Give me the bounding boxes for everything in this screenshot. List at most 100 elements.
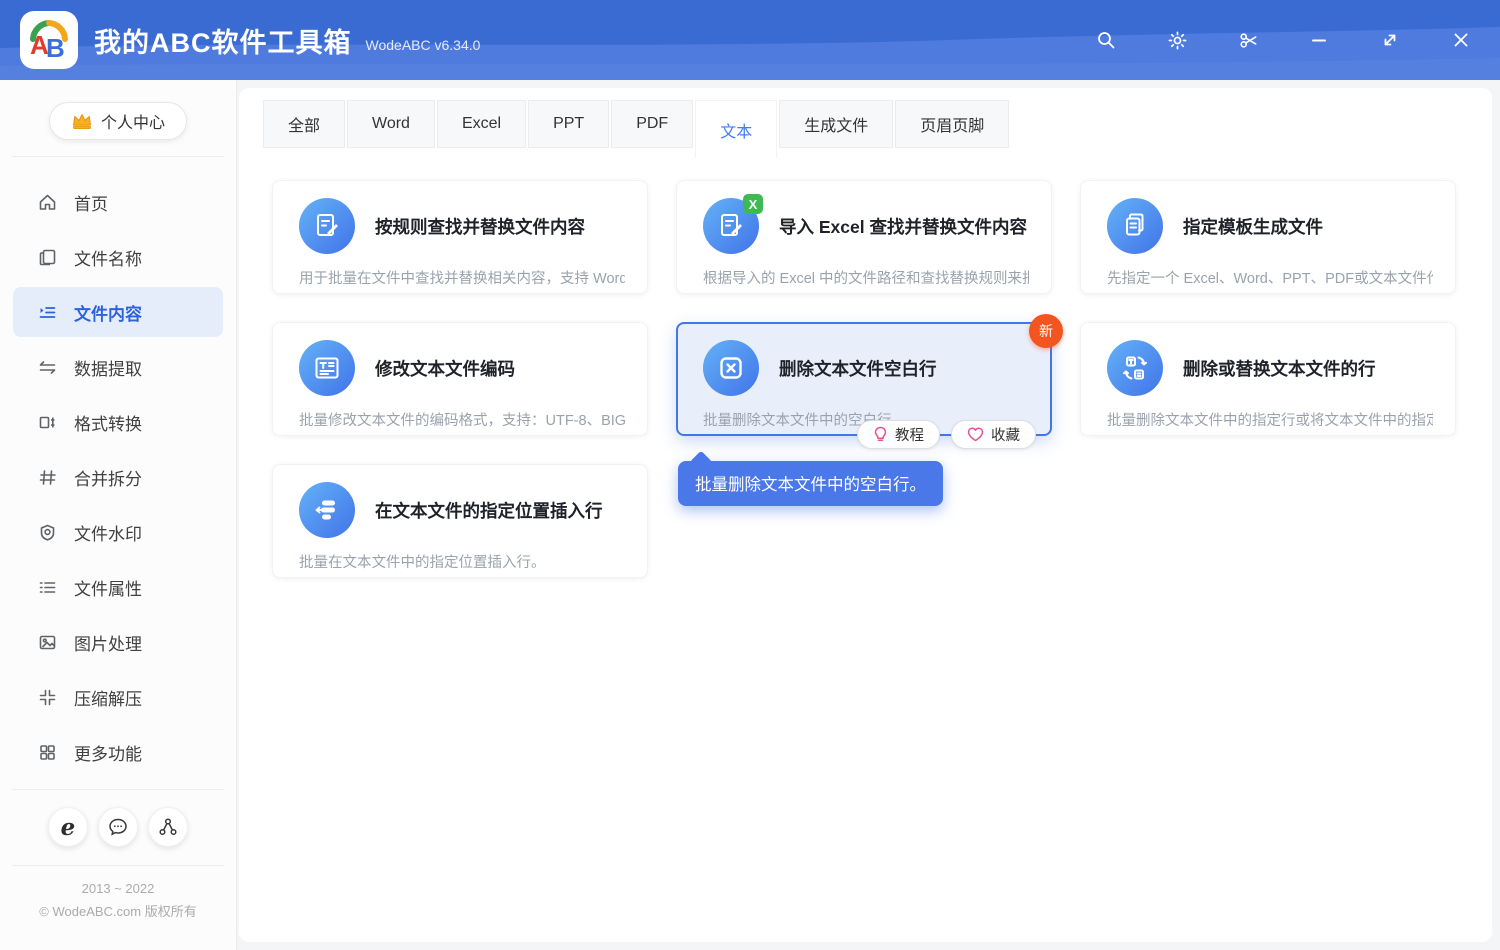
sidebar-item-label: 文件内容 [74,300,142,325]
sidebar-item-label: 数据提取 [74,355,142,380]
search-icon[interactable] [1093,27,1119,53]
tab-pdf[interactable]: PDF [611,100,693,148]
share-network-icon[interactable] [148,807,188,847]
main-area: 全部 Word Excel PPT PDF 文本 生成文件 页眉页脚 [237,80,1500,950]
file-props-icon [38,578,57,597]
favorite-label: 收藏 [991,424,1020,445]
scissors-icon[interactable] [1235,27,1261,53]
sidebar-item-label: 合并拆分 [74,465,142,490]
tab-all[interactable]: 全部 [263,100,345,148]
tool-cards-grid: 按规则查找并替换文件内容 用于批量在文件中查找并替换相关内容，支持 Word [272,180,1492,578]
sidebar-item-label: 文件水印 [74,520,142,545]
browser-ie-icon[interactable]: e [48,807,88,847]
card-description: 批量删除文本文件中的指定行或将文本文件中的指定 [1107,409,1433,430]
sidebar-item-file-name[interactable]: 文件名称 [13,232,223,282]
app-title: 我的ABC软件工具箱 [94,21,352,60]
template-icon [1107,198,1163,254]
tab-word[interactable]: Word [347,100,435,148]
titlebar: A B 我的ABC软件工具箱 WodeABC v6.34.0 [0,0,1500,80]
sidebar-item-file-content[interactable]: 文件内容 [13,287,223,337]
category-tabs: 全部 Word Excel PPT PDF 文本 生成文件 页眉页脚 [263,100,1492,160]
doc-edit-icon [299,198,355,254]
settings-icon[interactable] [1164,27,1190,53]
file-name-icon [38,248,57,267]
sidebar-item-merge-split[interactable]: 合并拆分 [13,452,223,502]
personal-center-button[interactable]: 个人中心 [49,102,187,140]
lightbulb-icon [873,426,888,443]
sidebar-item-watermark[interactable]: 文件水印 [13,507,223,557]
card-title: 修改文本文件编码 [375,356,515,381]
card-insert-lines[interactable]: 在文本文件的指定位置插入行 批量在文本文件中的指定位置插入行。 [272,464,648,578]
card-title: 按规则查找并替换文件内容 [375,214,585,239]
data-extract-icon [38,358,57,377]
personal-center-label: 个人中心 [101,109,165,133]
divider [12,156,224,157]
format-convert-icon [38,413,57,432]
tab-text[interactable]: 文本 [695,100,777,158]
card-title: 在文本文件的指定位置插入行 [375,498,603,523]
app-logo: A B [20,11,78,69]
crown-icon [71,112,93,130]
text-encoding-icon [299,340,355,396]
card-excel-find-replace[interactable]: X 导入 Excel 查找并替换文件内容 根据导入的 Excel 中的文件路径和… [676,180,1052,294]
sidebar-social-row: e [0,807,236,847]
watermark-icon [38,523,57,542]
sidebar-item-compress[interactable]: 压缩解压 [13,672,223,722]
card-template-generate[interactable]: 指定模板生成文件 先指定一个 Excel、Word、PPT、PDF或文本文件作 [1080,180,1456,294]
card-title: 删除文本文件空白行 [779,356,937,381]
minimize-icon[interactable] [1306,27,1332,53]
more-icon [38,743,57,762]
close-icon[interactable] [1448,27,1474,53]
tab-generate[interactable]: 生成文件 [779,100,893,148]
sidebar-item-home[interactable]: 首页 [13,177,223,227]
insert-lines-icon [299,482,355,538]
sidebar: 个人中心 首页 文件名称 文件内 [0,80,237,950]
image-icon [38,633,57,652]
excel-x-badge: X [743,194,763,214]
chat-bubble-icon[interactable] [98,807,138,847]
abc-logo-icon: A B [27,18,71,62]
card-text-encoding[interactable]: 修改文本文件编码 批量修改文本文件的编码格式，支持：UTF-8、BIG5 [272,322,648,436]
sidebar-item-label: 文件属性 [74,575,142,600]
tab-header-footer[interactable]: 页眉页脚 [895,100,1009,148]
heart-icon [967,427,984,442]
tutorial-label: 教程 [895,424,924,445]
card-description: 用于批量在文件中查找并替换相关内容，支持 Word [299,267,625,288]
card-replace-lines[interactable]: 删除或替换文本文件的行 批量删除文本文件中的指定行或将文本文件中的指定 [1080,322,1456,436]
sidebar-item-more[interactable]: 更多功能 [13,727,223,777]
card-description: 先指定一个 Excel、Word、PPT、PDF或文本文件作 [1107,267,1433,288]
home-icon [38,193,57,212]
replace-lines-icon [1107,340,1163,396]
card-delete-blank-lines[interactable]: 删除文本文件空白行 批量删除文本文件中的空白行。 新 教程 [676,322,1052,436]
tab-ppt[interactable]: PPT [528,100,609,148]
favorite-button[interactable]: 收藏 [951,420,1036,449]
new-badge: 新 [1029,314,1063,348]
sidebar-item-label: 首页 [74,190,108,215]
card-tooltip: 批量删除文本文件中的空白行。 [678,461,943,506]
sidebar-item-label: 更多功能 [74,740,142,765]
tab-excel[interactable]: Excel [437,100,526,148]
tutorial-button[interactable]: 教程 [857,420,940,449]
card-description: 批量修改文本文件的编码格式，支持：UTF-8、BIG5 [299,409,625,430]
card-title: 指定模板生成文件 [1183,214,1323,239]
merge-split-icon [38,468,57,487]
sidebar-item-label: 压缩解压 [74,685,142,710]
maximize-icon[interactable] [1377,27,1403,53]
sidebar-item-file-props[interactable]: 文件属性 [13,562,223,612]
card-find-replace-content[interactable]: 按规则查找并替换文件内容 用于批量在文件中查找并替换相关内容，支持 Word [272,180,648,294]
sidebar-item-data-extract[interactable]: 数据提取 [13,342,223,392]
sidebar-item-image-process[interactable]: 图片处理 [13,617,223,667]
card-description: 根据导入的 Excel 中的文件路径和查找替换规则来批 [703,267,1029,288]
delete-blank-lines-icon [703,340,759,396]
divider [12,865,224,866]
copyright-owner: © WodeABC.com 版权所有 [0,901,236,924]
sidebar-item-format-convert[interactable]: 格式转换 [13,397,223,447]
sidebar-item-label: 格式转换 [74,410,142,435]
compress-icon [38,688,57,707]
doc-edit-excel-icon: X [703,198,759,254]
app-version: WodeABC v6.34.0 [366,37,481,53]
card-description: 批量在文本文件中的指定位置插入行。 [299,551,625,572]
copyright: 2013 ~ 2022 © WodeABC.com 版权所有 [0,878,236,924]
copyright-years: 2013 ~ 2022 [0,878,236,901]
sidebar-item-label: 图片处理 [74,630,142,655]
